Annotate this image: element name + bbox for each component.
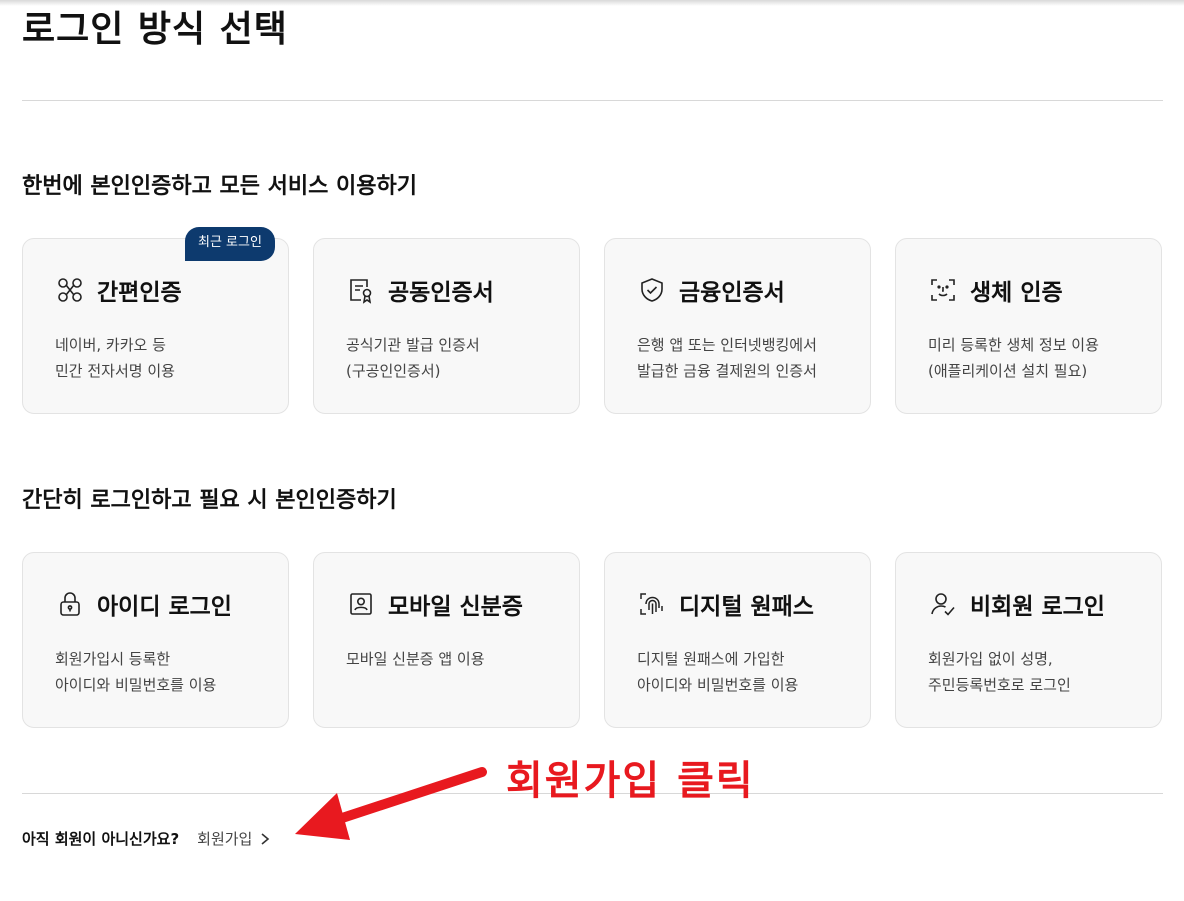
card-desc-line: 미리 등록한 생체 정보 이용 bbox=[928, 336, 1099, 354]
card-desc-line: 주민등록번호로 로그인 bbox=[928, 676, 1071, 694]
card-description: 공식기관 발급 인증서 (구공인인증서) bbox=[346, 332, 576, 384]
card-title: 금융인증서 bbox=[679, 280, 785, 306]
card-title: 디지털 원패스 bbox=[679, 594, 814, 620]
lock-icon bbox=[55, 589, 85, 619]
card-mobile-id[interactable]: 모바일 신분증 모바일 신분증 앱 이용 bbox=[313, 552, 580, 728]
card-description: 디지털 원패스에 가입한 아이디와 비밀번호를 이용 bbox=[637, 646, 867, 698]
signup-link-label: 회원가입 bbox=[197, 830, 253, 848]
card-biometric[interactable]: 생체 인증 미리 등록한 생체 정보 이용 (애플리케이션 설치 필요) bbox=[895, 238, 1162, 414]
card-title: 모바일 신분증 bbox=[388, 594, 523, 620]
card-desc-line: 민간 전자서명 이용 bbox=[55, 362, 175, 380]
card-financial-certificate[interactable]: 금융인증서 은행 앱 또는 인터넷뱅킹에서 발급한 금융 결제원의 인증서 bbox=[604, 238, 871, 414]
card-desc-line: 회원가입시 등록한 bbox=[55, 650, 171, 668]
signup-question: 아직 회원이 아니신가요? bbox=[22, 830, 180, 848]
card-desc-line: 회원가입 없이 성명, bbox=[928, 650, 1053, 668]
card-title: 공동인증서 bbox=[388, 280, 494, 306]
card-desc-line: (애플리케이션 설치 필요) bbox=[928, 362, 1088, 380]
fingerprint-icon bbox=[637, 589, 667, 619]
card-desc-line: 은행 앱 또는 인터넷뱅킹에서 bbox=[637, 336, 817, 354]
card-desc-line: 공식기관 발급 인증서 bbox=[346, 336, 480, 354]
card-desc-line: 디지털 원패스에 가입한 bbox=[637, 650, 785, 668]
signup-row: 아직 회원이 아니신가요? 회원가입 bbox=[22, 828, 270, 849]
card-desc-line: 발급한 금융 결제원의 인증서 bbox=[637, 362, 817, 380]
card-joint-certificate[interactable]: 공동인증서 공식기관 발급 인증서 (구공인인증서) bbox=[313, 238, 580, 414]
card-desc-line: (구공인인증서) bbox=[346, 362, 441, 380]
card-description: 네이버, 카카오 등 민간 전자서명 이용 bbox=[55, 332, 285, 384]
card-guest-login[interactable]: 비회원 로그인 회원가입 없이 성명, 주민등록번호로 로그인 bbox=[895, 552, 1162, 728]
card-digital-onepass[interactable]: 디지털 원패스 디지털 원패스에 가입한 아이디와 비밀번호를 이용 bbox=[604, 552, 871, 728]
chevron-right-icon bbox=[261, 832, 270, 845]
shield-check-icon bbox=[637, 275, 667, 305]
recent-login-badge: 최근 로그인 bbox=[185, 227, 275, 261]
card-title: 생체 인증 bbox=[970, 280, 1063, 306]
annotation-label: 회원가입 클릭 bbox=[506, 758, 755, 804]
simple-auth-icon bbox=[55, 275, 85, 305]
card-title: 아이디 로그인 bbox=[97, 594, 232, 620]
card-description: 회원가입시 등록한 아이디와 비밀번호를 이용 bbox=[55, 646, 285, 698]
card-desc-line: 모바일 신분증 앱 이용 bbox=[346, 650, 485, 668]
id-card-icon bbox=[346, 589, 376, 619]
card-desc-line: 아이디와 비밀번호를 이용 bbox=[55, 676, 217, 694]
card-description: 회원가입 없이 성명, 주민등록번호로 로그인 bbox=[928, 646, 1158, 698]
card-description: 모바일 신분증 앱 이용 bbox=[346, 646, 576, 672]
signup-link[interactable]: 회원가입 bbox=[197, 828, 270, 849]
card-title: 비회원 로그인 bbox=[970, 594, 1105, 620]
face-scan-icon bbox=[928, 275, 958, 305]
title-divider bbox=[22, 100, 1163, 101]
card-desc-line: 네이버, 카카오 등 bbox=[55, 336, 166, 354]
section-title-identity: 한번에 본인인증하고 모든 서비스 이용하기 bbox=[22, 174, 417, 199]
card-description: 은행 앱 또는 인터넷뱅킹에서 발급한 금융 결제원의 인증서 bbox=[637, 332, 867, 384]
user-check-icon bbox=[928, 589, 958, 619]
card-id-login[interactable]: 아이디 로그인 회원가입시 등록한 아이디와 비밀번호를 이용 bbox=[22, 552, 289, 728]
section-title-login: 간단히 로그인하고 필요 시 본인인증하기 bbox=[22, 488, 397, 513]
page-title: 로그인 방식 선택 bbox=[22, 9, 288, 50]
card-title: 간편인증 bbox=[97, 280, 182, 306]
card-simple-auth[interactable]: 간편인증 네이버, 카카오 등 민간 전자서명 이용 bbox=[22, 238, 289, 414]
card-desc-line: 아이디와 비밀번호를 이용 bbox=[637, 676, 799, 694]
joint-certificate-icon bbox=[346, 275, 376, 305]
card-description: 미리 등록한 생체 정보 이용 (애플리케이션 설치 필요) bbox=[928, 332, 1158, 384]
